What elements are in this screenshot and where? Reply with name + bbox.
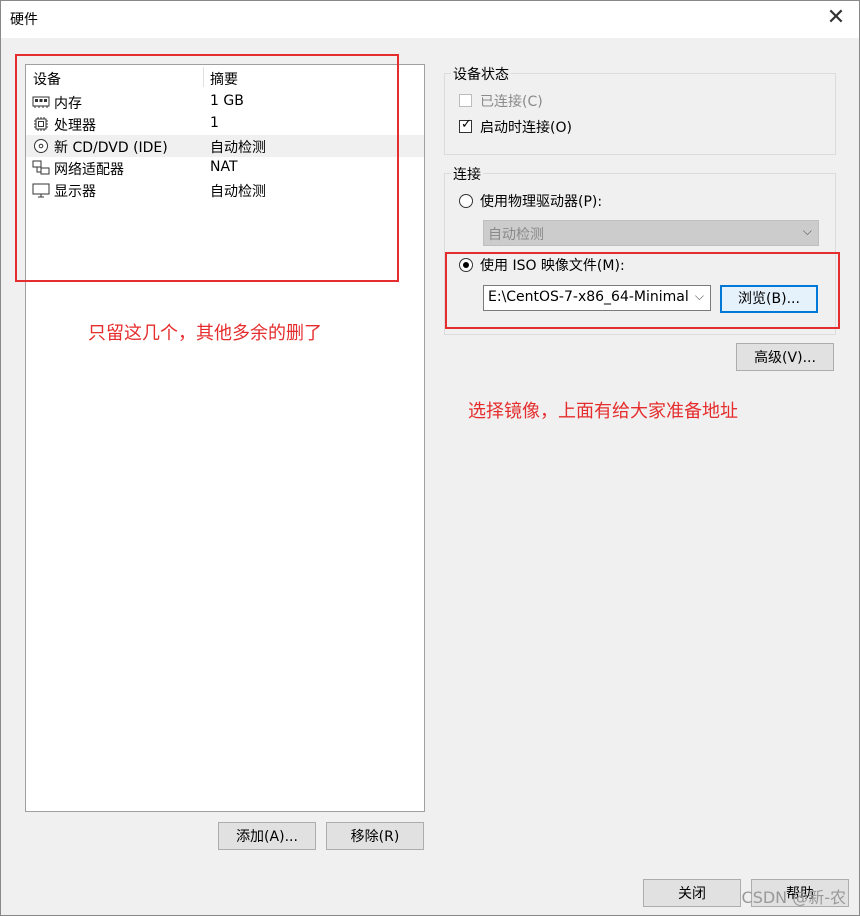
chevron-down-icon: ⌵: [802, 224, 812, 238]
connection-title: 连接: [451, 164, 483, 184]
network-icon: [32, 160, 50, 175]
device-list[interactable]: 设备 摘要 内存 1 GB 处理器 1 新 CD/DVD (IDE) 自动检测: [25, 64, 425, 812]
physical-drive-label: 使用物理驱动器(P):: [480, 194, 603, 210]
advanced-button[interactable]: 高级(V)...: [736, 343, 834, 371]
device-summary: NAT: [210, 159, 238, 175]
device-summary: 1 GB: [210, 93, 244, 109]
iso-path-combobox[interactable]: E:\CentOS-7-x86_64-Minimal-1 ⌵: [483, 285, 711, 311]
device-row-memory[interactable]: 内存 1 GB: [26, 91, 424, 113]
checkmark-icon: ✓: [461, 117, 472, 132]
annotation-right-note: 选择镜像，上面有给大家准备地址: [468, 401, 738, 422]
device-name: 网络适配器: [54, 162, 124, 178]
annotation-left-note: 只留这几个，其他多余的删了: [88, 323, 322, 344]
physical-drive-value: 自动检测: [488, 227, 544, 243]
browse-button[interactable]: 浏览(B)...: [720, 285, 818, 313]
device-name: 内存: [54, 96, 82, 112]
device-list-header: 设备 摘要: [26, 65, 424, 89]
radio-selected-dot: [463, 262, 469, 268]
device-status-title: 设备状态: [451, 64, 511, 84]
device-summary: 1: [210, 115, 219, 131]
device-name: 新 CD/DVD (IDE): [54, 140, 168, 156]
remove-button[interactable]: 移除(R): [326, 822, 424, 850]
window-title: 硬件: [10, 12, 38, 28]
column-divider[interactable]: [203, 67, 204, 87]
title-bar: 硬件 ✕: [0, 0, 860, 38]
cpu-icon: [34, 117, 48, 131]
cd-dvd-icon: [34, 139, 48, 153]
connected-checkbox[interactable]: [459, 94, 472, 107]
device-row-network[interactable]: 网络适配器 NAT: [26, 157, 424, 179]
add-button[interactable]: 添加(A)...: [218, 822, 316, 850]
device-row-processor[interactable]: 处理器 1: [26, 113, 424, 135]
connect-on-power-checkbox[interactable]: ✓: [459, 117, 472, 133]
device-summary: 自动检测: [210, 140, 266, 156]
chevron-down-icon: ⌵: [694, 289, 704, 303]
watermark: CSDN @新-农: [741, 888, 846, 907]
device-row-display[interactable]: 显示器 自动检测: [26, 179, 424, 201]
iso-image-radio[interactable]: [459, 258, 473, 272]
physical-drive-radio[interactable]: [459, 194, 473, 208]
device-row-cd-dvd[interactable]: 新 CD/DVD (IDE) 自动检测: [26, 135, 424, 157]
column-header-summary[interactable]: 摘要: [210, 69, 238, 89]
memory-icon: [32, 96, 50, 108]
device-status-group: [444, 73, 836, 155]
iso-path-value: E:\CentOS-7-x86_64-Minimal-1: [488, 289, 688, 305]
connect-on-power-label: 启动时连接(O): [480, 120, 572, 136]
iso-image-label: 使用 ISO 映像文件(M):: [480, 258, 625, 274]
monitor-icon: [32, 183, 50, 198]
physical-drive-select[interactable]: 自动检测 ⌵: [483, 220, 819, 246]
connected-label: 已连接(C): [480, 94, 543, 110]
device-name: 处理器: [54, 118, 96, 134]
device-name: 显示器: [54, 184, 96, 200]
device-summary: 自动检测: [210, 184, 266, 200]
close-icon[interactable]: ✕: [822, 4, 850, 32]
column-header-device[interactable]: 设备: [33, 69, 61, 89]
close-button[interactable]: 关闭: [643, 879, 741, 907]
